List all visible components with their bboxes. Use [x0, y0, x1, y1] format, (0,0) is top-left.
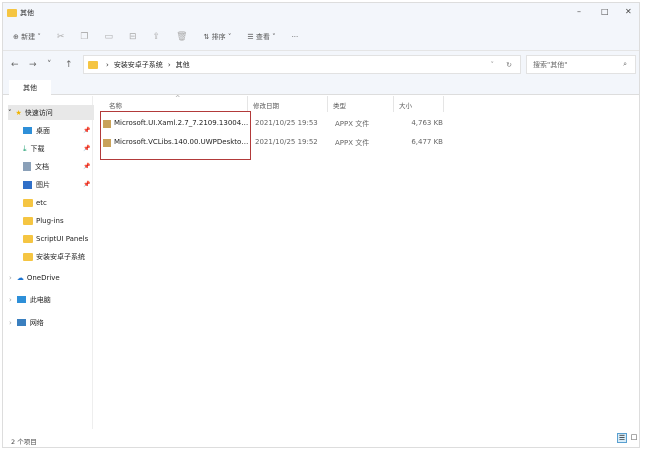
- cut-icon[interactable]: ✂: [57, 32, 65, 42]
- sort-indicator-icon: ^: [175, 94, 181, 102]
- address-dropdown-icon[interactable]: ˅: [491, 61, 495, 69]
- refresh-icon[interactable]: ↻: [506, 61, 512, 69]
- breadcrumb-segment[interactable]: 安装安卓子系统: [114, 60, 163, 70]
- highlight-box: [100, 111, 251, 160]
- column-type[interactable]: 类型: [333, 100, 346, 110]
- close-button[interactable]: ✕: [625, 7, 632, 16]
- copy-icon[interactable]: ❐: [80, 32, 88, 42]
- share-icon[interactable]: ⇪: [153, 32, 161, 42]
- pin-icon[interactable]: 📌: [83, 163, 90, 170]
- paste-icon[interactable]: ▭: [104, 32, 113, 42]
- pin-icon[interactable]: 📌: [83, 127, 90, 134]
- sidebar-item-scriptui-panels[interactable]: ScriptUI Panels: [23, 231, 88, 246]
- breadcrumb-segment[interactable]: 其他: [176, 60, 190, 70]
- sidebar-item-android-subsystem[interactable]: 安装安卓子系统: [23, 249, 85, 264]
- sidebar-item-documents[interactable]: 文档: [23, 159, 49, 174]
- tab-strip: 其他: [3, 79, 639, 95]
- desktop-icon: [23, 127, 32, 134]
- document-icon: [23, 162, 31, 171]
- sidebar-item-quick-access[interactable]: ˅ ★ 快速访问: [8, 105, 94, 120]
- download-icon: ⤓: [23, 143, 27, 153]
- view-icon: ☰: [247, 32, 256, 41]
- sidebar-item-plug-ins[interactable]: Plug-ins: [23, 213, 64, 228]
- command-bar: ⊕ 新建 ˅ ✂ ❐ ▭ ⊟ ⇪ 🗑 ⇅ 排序 ˅ ☰ 查看 ˅ ···: [3, 23, 639, 51]
- picture-icon: [23, 180, 32, 189]
- title-bar: 其他 – □ ✕: [3, 3, 639, 23]
- delete-icon[interactable]: 🗑: [176, 32, 187, 42]
- folder-icon: [7, 9, 17, 17]
- up-icon[interactable]: ↑: [65, 60, 75, 70]
- star-icon: ★: [15, 108, 22, 117]
- new-button[interactable]: ⊕ 新建 ˅: [13, 32, 41, 42]
- folder-icon: [23, 252, 33, 261]
- large-icons-view-button[interactable]: □: [629, 433, 639, 443]
- sort-button[interactable]: ⇅ 排序 ˅: [204, 32, 232, 42]
- computer-icon: [16, 296, 26, 303]
- window-title: 其他: [20, 9, 34, 17]
- file-explorer-window: 其他 – □ ✕ ⊕ 新建 ˅ ✂ ❐ ▭ ⊟ ⇪ 🗑 ⇅ 排序 ˅ ☰ 查看 …: [2, 2, 640, 448]
- folder-icon: [88, 60, 98, 69]
- sidebar-item-downloads[interactable]: ⤓ 下载: [23, 141, 45, 156]
- more-button[interactable]: ···: [292, 33, 299, 41]
- plus-circle-icon: ⊕: [13, 32, 22, 41]
- rename-icon[interactable]: ⊟: [129, 32, 137, 42]
- folder-icon: [23, 198, 33, 207]
- tab-other[interactable]: 其他: [9, 80, 51, 95]
- navigation-pane: ˅ ★ 快速访问 桌面 📌 ⤓ 下载 📌 文档 📌 图片 📌 etc Plug-ins…: [3, 96, 94, 429]
- minimize-button[interactable]: –: [577, 7, 581, 16]
- column-date[interactable]: 修改日期: [253, 100, 279, 110]
- search-input[interactable]: 搜索"其他" ⌕: [526, 55, 636, 74]
- sidebar-item-etc[interactable]: etc: [23, 195, 47, 210]
- network-icon: [16, 319, 26, 326]
- address-row: ← → ˅ ↑ › 安装安卓子系统 › 其他 ˅ ↻ 搜索"其他" ⌕: [3, 51, 639, 79]
- address-bar[interactable]: › 安装安卓子系统 › 其他 ˅ ↻: [83, 55, 521, 74]
- column-headers: 名称 ^ 修改日期 类型 大小: [95, 94, 641, 112]
- view-button[interactable]: ☰ 查看 ˅: [247, 32, 275, 42]
- sort-icon: ⇅: [203, 32, 212, 41]
- pin-icon[interactable]: 📌: [83, 181, 90, 188]
- sidebar-item-desktop[interactable]: 桌面: [23, 123, 50, 138]
- column-name[interactable]: 名称: [109, 100, 122, 110]
- recent-chevron-icon[interactable]: ˅: [47, 60, 57, 70]
- status-item-count: 2 个项目: [11, 438, 37, 446]
- sidebar-item-onedrive[interactable]: › ☁ OneDrive: [9, 270, 60, 285]
- maximize-button[interactable]: □: [601, 7, 609, 16]
- folder-icon: [23, 234, 33, 243]
- search-icon: ⌕: [623, 60, 627, 68]
- folder-icon: [23, 216, 33, 225]
- sidebar-item-pictures[interactable]: 图片: [23, 177, 50, 192]
- details-view-button[interactable]: ☰: [617, 433, 627, 443]
- forward-icon[interactable]: →: [29, 60, 39, 70]
- cloud-icon: ☁: [16, 273, 24, 282]
- sidebar-item-network[interactable]: › 网络: [9, 315, 44, 330]
- sidebar-item-this-pc[interactable]: › 此电脑: [9, 292, 51, 307]
- pin-icon[interactable]: 📌: [83, 145, 90, 152]
- column-size[interactable]: 大小: [399, 100, 412, 110]
- back-icon[interactable]: ←: [11, 60, 21, 70]
